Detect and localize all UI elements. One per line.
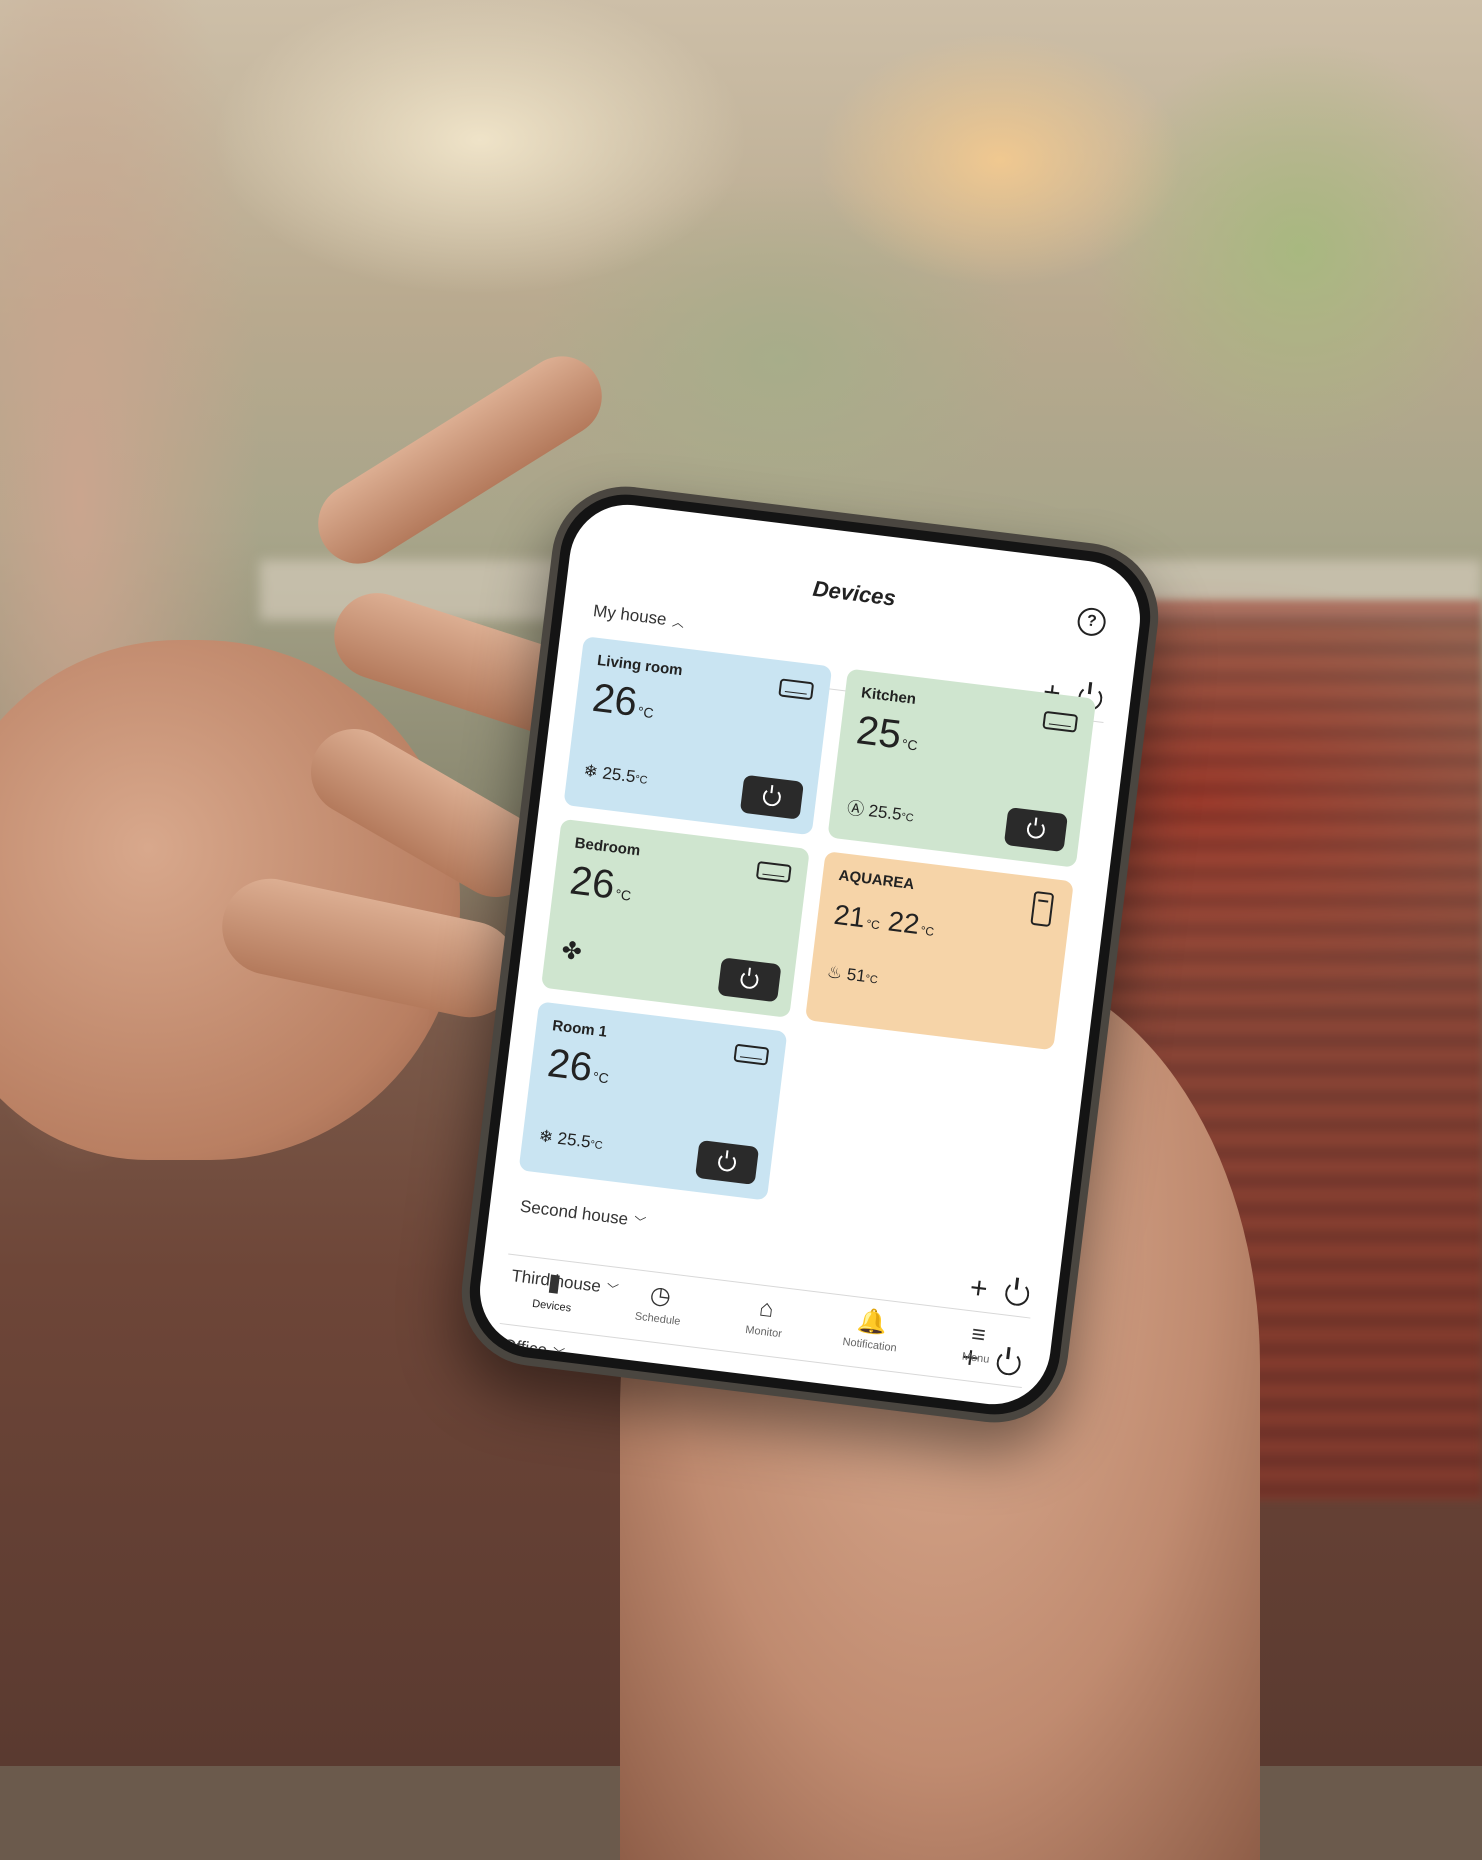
device-name: Room 1: [551, 1017, 609, 1041]
current-temperature: Ⓐ 25.5°C: [845, 798, 915, 825]
device-icon: ▮: [546, 1268, 563, 1298]
power-icon: [1025, 819, 1046, 840]
device-power-button[interactable]: [717, 957, 782, 1003]
set-temperature: 26°C: [545, 1041, 610, 1091]
device-power-button[interactable]: [694, 1139, 760, 1185]
device-name: Bedroom: [573, 834, 642, 860]
air-conditioner-icon: [733, 1043, 770, 1066]
nav-menu[interactable]: ≡ Menu: [931, 1298, 1023, 1407]
device-power-button[interactable]: [739, 774, 804, 820]
auto-icon: Ⓐ: [845, 798, 866, 820]
heat-pump-tank-icon: [1030, 890, 1055, 928]
monitor-icon: ⌂: [757, 1294, 776, 1324]
device-name: Living room: [596, 651, 684, 680]
nav-notification[interactable]: 🔔 Notification: [825, 1285, 917, 1394]
device-card-bedroom[interactable]: Bedroom 26°C ✤: [540, 818, 810, 1018]
device-name: AQUAREA: [837, 866, 916, 894]
power-icon: [717, 1152, 738, 1173]
device-card-living-room[interactable]: Living room 26°C ❄ 25.5°C: [563, 636, 833, 836]
chevron-up-icon[interactable]: ︿: [671, 613, 685, 631]
current-temperature: ❄ 25.5°C: [537, 1126, 604, 1153]
air-conditioner-icon: [1042, 710, 1079, 733]
snowflake-icon: ❄: [537, 1126, 555, 1147]
menu-icon: ≡: [969, 1320, 988, 1350]
device-card-kitchen[interactable]: Kitchen 25°C Ⓐ 25.5°C: [827, 668, 1097, 868]
smartphone: Devices ? My house︿ + Living room 26°C ❄…: [453, 478, 1167, 1431]
group-power-icon[interactable]: [1003, 1280, 1031, 1308]
group-name[interactable]: Second house ﹀: [519, 1197, 647, 1232]
power-icon: [739, 969, 760, 990]
nav-devices[interactable]: ▮ Devices: [507, 1246, 599, 1355]
bell-icon: 🔔: [855, 1306, 889, 1338]
zone-temperatures: 21°C 22°C: [832, 898, 935, 940]
air-conditioner-icon: [778, 678, 815, 701]
group-name[interactable]: My house ︿: [592, 601, 685, 632]
device-power-button[interactable]: [1003, 807, 1068, 853]
device-name: Kitchen: [860, 684, 917, 708]
set-temperature: 25°C: [854, 708, 919, 758]
schedule-icon: ◷: [648, 1281, 673, 1311]
snowflake-icon: ❄: [582, 761, 600, 782]
device-card-room-1[interactable]: Room 1 26°C ❄ 25.5°C: [518, 1001, 788, 1201]
set-temperature: 26°C: [567, 858, 633, 908]
current-temperature: ❄ 25.5°C: [582, 761, 649, 787]
set-temperature: 26°C: [590, 675, 655, 725]
device-card-aquarea[interactable]: AQUAREA 21°C 22°C ♨ 51°C: [804, 851, 1074, 1051]
chevron-down-icon[interactable]: ﹀: [633, 1213, 647, 1231]
nav-schedule[interactable]: ◷ Schedule: [613, 1259, 705, 1368]
add-device-icon[interactable]: +: [968, 1271, 989, 1306]
air-conditioner-icon: [755, 860, 792, 883]
power-icon: [761, 787, 782, 808]
app-screen: Devices ? My house︿ + Living room 26°C ❄…: [473, 498, 1147, 1411]
outdoor-temperature: ♨ 51°C: [825, 962, 879, 987]
outdoor-temp-icon: ♨: [825, 962, 844, 983]
nav-monitor[interactable]: ⌂ Monitor: [719, 1272, 811, 1381]
fan-icon: ✤: [560, 936, 584, 967]
